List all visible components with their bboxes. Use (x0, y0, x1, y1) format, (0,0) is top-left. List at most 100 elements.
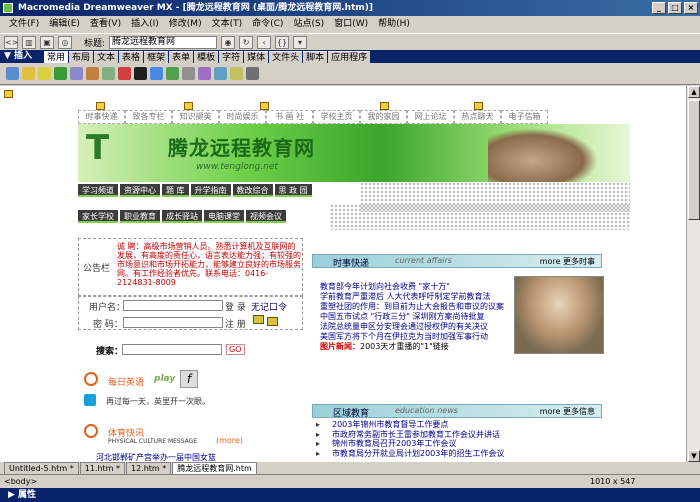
menu-file[interactable]: 文件(F) (4, 16, 44, 33)
tab-head[interactable]: 文件头 (269, 50, 303, 63)
top-nav-item[interactable]: 电子信箱 (501, 110, 548, 124)
doc-tab-untitled-5[interactable]: Untitled-5.htm * (4, 462, 79, 474)
tab-script[interactable]: 脚本 (303, 50, 328, 63)
menu-commands[interactable]: 命令(C) (247, 16, 288, 33)
design-view-icon[interactable]: ▣ (40, 35, 54, 49)
doc-tab-tenglong[interactable]: 腾龙远程教育网.htm (172, 462, 257, 474)
nav-item-study[interactable]: 学习频道 (78, 184, 118, 197)
navigation-bar-icon[interactable] (166, 67, 179, 80)
district-education-more-link[interactable]: more 更多信息 (540, 406, 595, 417)
tab-text[interactable]: 文本 (94, 50, 119, 63)
code-view-icon[interactable]: <> (4, 35, 18, 49)
nav-item-resources[interactable]: 资源中心 (120, 184, 160, 197)
options-icon[interactable]: ▾ (293, 35, 308, 49)
menu-site[interactable]: 站点(S) (288, 16, 329, 33)
forgot-password-link[interactable]: 无记口令 (251, 300, 287, 313)
flash-icon[interactable] (134, 67, 147, 80)
tab-application[interactable]: 应用程序 (328, 50, 371, 63)
image-placeholder-icon[interactable] (102, 67, 115, 80)
email-link-icon[interactable] (22, 67, 35, 80)
doc-tab-11[interactable]: 11.htm * (79, 462, 125, 474)
tab-layout[interactable]: 布局 (69, 50, 94, 63)
scroll-down-icon[interactable]: ▼ (688, 450, 700, 462)
nav-item-growth[interactable]: 成长驿站 (162, 210, 202, 223)
properties-panel-header[interactable]: ▶ 属性 (0, 488, 700, 502)
rollover-image-icon[interactable] (150, 67, 163, 80)
live-data-icon[interactable]: ◎ (58, 35, 72, 49)
current-affairs-more-link[interactable]: more 更多时事 (540, 256, 595, 267)
news-item[interactable]: 中国五市试点 "行政三分" 深圳刚方案尚待批复 (320, 312, 512, 322)
nav-item-admission-guide[interactable]: 升学指南 (190, 184, 231, 197)
tab-common[interactable]: 常用 (44, 50, 69, 63)
image-icon[interactable] (86, 67, 99, 80)
username-input[interactable] (123, 300, 223, 311)
close-button[interactable]: × (684, 2, 698, 14)
search-go-button[interactable]: GO (226, 344, 245, 355)
window-size-readout[interactable]: 1010 x 547 (590, 475, 635, 488)
minimize-button[interactable]: _ (652, 2, 666, 14)
menu-insert[interactable]: 插入(I) (126, 16, 164, 33)
date-icon[interactable] (198, 67, 211, 80)
news-item[interactable]: 法院总统量申区分安理会通过授权伊的有关决议 (320, 322, 512, 332)
tag-selector[interactable]: <body> (4, 477, 37, 486)
back-icon[interactable]: ‹ (257, 35, 272, 49)
news-item[interactable]: 图片新闻：2003天才重播的"1"链接 (320, 342, 512, 352)
code-nav-icon[interactable]: {} (275, 35, 290, 49)
nav-item-computer[interactable]: 电脑课堂 (204, 210, 244, 223)
top-nav-item[interactable]: 书 画 社 (266, 110, 313, 124)
top-nav-item[interactable]: 我的家园 (360, 110, 407, 124)
scroll-up-icon[interactable]: ▲ (688, 86, 700, 98)
insert-bar-label[interactable]: ▼ 插入 (0, 50, 44, 63)
nav-item-reform[interactable]: 教改综合 (232, 184, 273, 197)
named-anchor-icon[interactable] (38, 67, 51, 80)
news-item[interactable]: 教育部今年计划向社会收费 "家十万" (320, 282, 512, 292)
top-nav-item[interactable]: 学校主页 (313, 110, 360, 124)
district-item[interactable]: 2003年锦州市教育督导工作要点 (312, 420, 602, 430)
password-input[interactable] (123, 317, 223, 328)
preview-icon[interactable]: ◉ (221, 35, 236, 49)
menu-edit[interactable]: 编辑(E) (44, 16, 85, 33)
nav-item-video-conference[interactable]: 视频会议 (246, 210, 286, 223)
title-input[interactable]: 腾龙远程教育网 (109, 35, 218, 49)
district-item[interactable]: 锦州市教育局召开2003年工作会议 (312, 439, 602, 449)
news-item[interactable]: 重塑社团的作用：到目前为止大会报告和审议的议案 (320, 302, 512, 312)
menu-text[interactable]: 文本(T) (207, 16, 248, 33)
tab-frames[interactable]: 框架 (144, 50, 169, 63)
top-nav-item[interactable]: 热点聊天 (454, 110, 501, 124)
top-nav-item[interactable]: 致各专栏 (125, 110, 172, 124)
comment-icon[interactable] (230, 67, 243, 80)
hyperlink-icon[interactable] (6, 67, 19, 80)
menu-help[interactable]: 帮助(H) (373, 16, 415, 33)
tab-forms[interactable]: 表单 (169, 50, 194, 63)
tabular-data-icon[interactable] (214, 67, 227, 80)
news-item[interactable]: 学前教育严重滞后 人大代表呼吁制定学前教育法 (320, 292, 512, 302)
news-item[interactable]: 美国军方将下个月在伊拉克为当时加强军事行动 (320, 332, 512, 342)
tag-chooser-icon[interactable] (246, 67, 259, 80)
design-canvas[interactable]: 时事快递 致各专栏 知识撷英 时尚娱乐 书 画 社 学校主页 我的家园 网上论坛… (0, 86, 686, 462)
tab-media[interactable]: 媒体 (244, 50, 269, 63)
login-button[interactable]: 登 录 (225, 300, 246, 313)
tab-tables[interactable]: 表格 (119, 50, 144, 63)
sports-more-link[interactable]: (more) (216, 436, 243, 445)
top-nav-item[interactable]: 时尚娱乐 (219, 110, 266, 124)
sports-news-item[interactable]: 河北邯郸矿产宫举办一届中国女篮 (96, 452, 216, 462)
district-item[interactable]: 市教育局分开就业局计划2003年的招生工作会议 (312, 449, 602, 459)
district-item[interactable]: 市政府常务副市长王雷参加教育工作会议并讲话 (312, 430, 602, 440)
nav-item-vocational[interactable]: 职业教育 (120, 210, 160, 223)
menu-view[interactable]: 查看(V) (85, 16, 126, 33)
top-nav-item[interactable]: 知识撷英 (172, 110, 219, 124)
scroll-thumb[interactable] (688, 100, 700, 220)
register-button[interactable]: 注 册 (225, 317, 246, 330)
menu-window[interactable]: 窗口(W) (329, 16, 373, 33)
search-input[interactable] (122, 344, 222, 355)
nav-item-politics[interactable]: 思 政 园 (274, 184, 312, 197)
top-nav-item[interactable]: 时事快递 (78, 110, 125, 124)
tab-templates[interactable]: 模板 (194, 50, 219, 63)
fireworks-html-icon[interactable] (118, 67, 131, 80)
vertical-scrollbar[interactable]: ▲ ▼ (686, 86, 700, 462)
table-icon[interactable] (54, 67, 67, 80)
refresh-icon[interactable]: ↻ (239, 35, 254, 49)
nav-item-parent-school[interactable]: 家长学校 (78, 210, 118, 223)
top-nav-item[interactable]: 网上论坛 (407, 110, 454, 124)
layer-icon[interactable] (70, 67, 83, 80)
